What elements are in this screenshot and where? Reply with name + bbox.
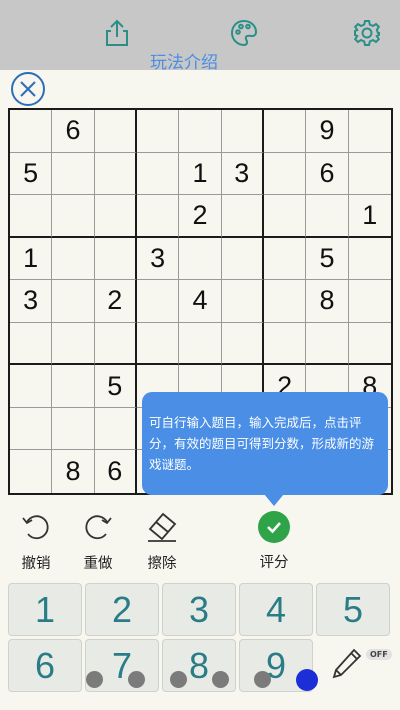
board-cell[interactable]	[221, 280, 264, 323]
board-cell[interactable]: 5	[306, 237, 349, 281]
undo-icon	[22, 515, 49, 540]
board-cell[interactable]	[10, 407, 53, 451]
overlay-dot	[254, 671, 271, 688]
overlay-dot	[128, 671, 145, 688]
board-cell[interactable]	[94, 322, 137, 366]
board-cell[interactable]: 5	[94, 365, 137, 408]
overlay-dot	[212, 671, 229, 688]
board-cell[interactable]	[348, 323, 391, 366]
close-icon	[20, 81, 36, 97]
num-key-4[interactable]: 4	[239, 583, 313, 636]
palette-icon[interactable]	[227, 16, 261, 50]
board-cell[interactable]	[221, 237, 264, 281]
board-cell[interactable]	[10, 195, 53, 238]
board-cell[interactable]: 2	[94, 280, 137, 323]
close-button[interactable]	[11, 72, 45, 106]
board-cell[interactable]	[94, 152, 137, 196]
undo-label: 撤销	[21, 556, 51, 572]
eraser-icon	[148, 512, 177, 542]
board-cell[interactable]: 6	[52, 110, 95, 153]
board-cell[interactable]	[10, 365, 53, 408]
pencil-off-badge: OFF	[366, 649, 392, 660]
board-cell[interactable]: 9	[306, 110, 349, 153]
board-cell[interactable]: 1	[348, 195, 391, 238]
board-cell[interactable]	[263, 195, 307, 238]
board-cell[interactable]	[52, 322, 95, 366]
num-key-2[interactable]: 2	[85, 583, 159, 636]
board-cell[interactable]	[179, 237, 222, 281]
erase-button[interactable]: 擦除	[130, 510, 194, 574]
redo-label: 重做	[83, 556, 113, 572]
gear-icon[interactable]	[350, 16, 384, 50]
board-cell[interactable]: 6	[95, 450, 137, 493]
board-cell[interactable]	[94, 237, 137, 281]
num-key-1[interactable]: 1	[8, 583, 82, 636]
undo-button[interactable]: 撤销	[4, 510, 68, 574]
overlay-dot-active	[296, 669, 318, 691]
redo-button[interactable]: 重做	[66, 510, 130, 574]
board-cell[interactable]	[136, 110, 180, 153]
pencil-toggle[interactable]	[330, 646, 366, 682]
board-cell[interactable]: 1	[179, 152, 222, 196]
intro-link[interactable]: 玩法介绍	[150, 48, 218, 73]
board-cell[interactable]	[10, 322, 53, 366]
board-cell[interactable]: 4	[179, 280, 222, 323]
board-cell[interactable]: 2	[179, 195, 222, 238]
board-cell[interactable]	[52, 152, 95, 196]
board-cell[interactable]	[52, 407, 95, 451]
board-cell[interactable]	[179, 110, 222, 153]
board-cell[interactable]	[94, 110, 137, 153]
board-cell[interactable]	[52, 280, 95, 323]
board-cell[interactable]	[10, 110, 53, 153]
board-cell[interactable]	[10, 450, 53, 493]
pencil-icon	[332, 648, 362, 679]
board-cell[interactable]	[221, 195, 264, 238]
num-key-6[interactable]: 6	[8, 639, 82, 692]
board-cell[interactable]: 8	[306, 280, 349, 323]
num-key-5[interactable]: 5	[316, 583, 390, 636]
board-cell[interactable]	[179, 322, 222, 366]
board-cell[interactable]	[263, 280, 307, 323]
board-cell[interactable]: 3	[136, 237, 180, 281]
overlay-dot	[170, 671, 187, 688]
board-cell[interactable]	[52, 365, 95, 408]
board-cell[interactable]	[136, 322, 180, 366]
board-cell[interactable]	[52, 195, 95, 238]
board-cell[interactable]: 1	[10, 237, 53, 281]
share-icon[interactable]	[100, 16, 134, 50]
check-icon	[258, 511, 290, 543]
num-key-3[interactable]: 3	[162, 583, 236, 636]
board-cell[interactable]	[221, 322, 264, 366]
board-cell[interactable]	[306, 322, 349, 366]
board-cell[interactable]	[348, 110, 391, 153]
board-cell[interactable]	[94, 195, 137, 238]
board-cell[interactable]	[348, 153, 391, 196]
board-cell[interactable]	[263, 152, 307, 196]
overlay-dot	[86, 671, 103, 688]
board-cell[interactable]	[52, 237, 95, 281]
score-label: 评分	[259, 555, 289, 571]
board-cell[interactable]	[136, 152, 180, 196]
board-cell[interactable]: 3	[221, 152, 264, 196]
board-cell[interactable]: 5	[10, 152, 53, 196]
tooltip: 可自行输入题目，输入完成后，点击评分，有效的题目可得到分数，形成新的游戏谜题。	[142, 392, 388, 495]
board-cell[interactable]	[136, 195, 180, 238]
board-cell[interactable]	[136, 280, 180, 323]
board-cell[interactable]	[263, 110, 307, 153]
board-cell[interactable]: 8	[52, 450, 95, 493]
board-cell[interactable]: 3	[10, 280, 53, 323]
board-cell[interactable]	[263, 237, 307, 281]
score-button[interactable]: 评分	[242, 510, 306, 574]
board-cell[interactable]	[221, 110, 264, 153]
erase-label: 擦除	[147, 556, 177, 572]
board-cell[interactable]	[348, 280, 391, 323]
redo-icon	[85, 515, 112, 540]
board-cell[interactable]	[306, 195, 349, 238]
board-cell[interactable]	[348, 238, 391, 281]
board-cell[interactable]: 6	[306, 152, 349, 196]
board-cell[interactable]	[94, 407, 137, 451]
tooltip-arrow	[264, 494, 284, 506]
board-cell[interactable]	[263, 322, 307, 366]
